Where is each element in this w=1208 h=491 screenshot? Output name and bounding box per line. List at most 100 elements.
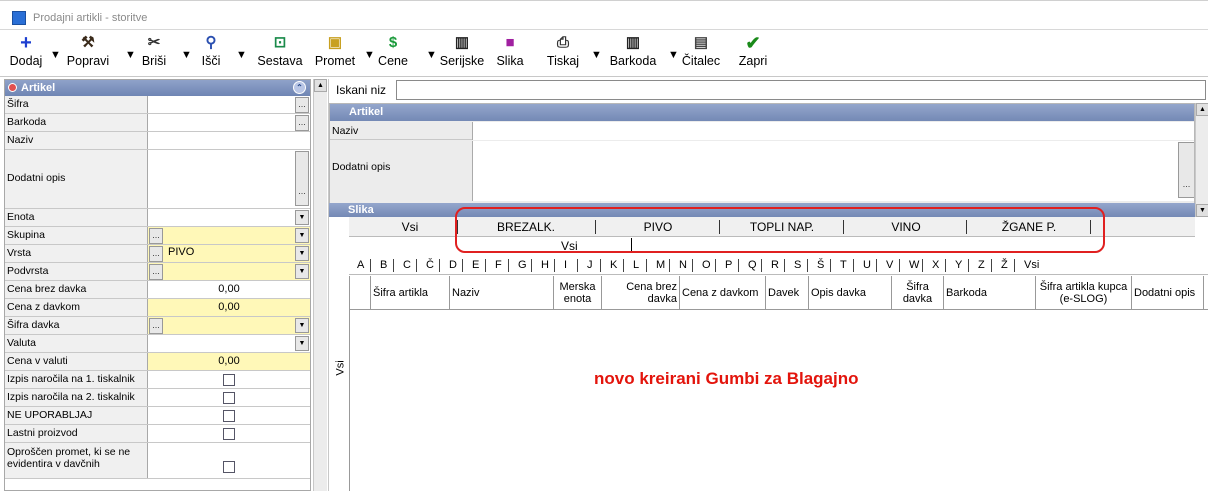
dropdown-icon[interactable]: ▼ bbox=[295, 228, 309, 243]
sifra-input[interactable]: … bbox=[148, 96, 310, 113]
ellipsis-icon[interactable]: … bbox=[149, 228, 163, 244]
alphabet-filter-letter[interactable]: B bbox=[380, 259, 387, 271]
alphabet-filter-letter[interactable]: Z bbox=[978, 259, 985, 271]
dropdown-icon[interactable]: ▼ bbox=[295, 264, 309, 279]
alphabet-filter-letter[interactable]: O bbox=[702, 259, 711, 271]
alphabet-filter-letter[interactable]: N bbox=[679, 259, 687, 271]
ellipsis-icon[interactable]: … bbox=[295, 151, 309, 206]
alphabet-filter-letter[interactable]: E bbox=[472, 259, 479, 271]
cene-button[interactable]: $ Cene bbox=[370, 33, 416, 69]
dropdown-icon[interactable]: ▼ bbox=[295, 318, 309, 333]
col-sifra-davka[interactable]: Šifra davka bbox=[892, 276, 944, 310]
ellipsis-icon[interactable]: … bbox=[295, 115, 309, 131]
tab-zgane-p[interactable]: ŽGANE P. bbox=[970, 217, 1088, 237]
alphabet-filter-letter[interactable]: Č bbox=[426, 259, 434, 271]
alphabet-filter-letter[interactable]: M bbox=[656, 259, 665, 271]
alphabet-filter-vsi[interactable]: Vsi bbox=[1024, 259, 1039, 271]
alphabet-filter-letter[interactable]: S bbox=[794, 259, 801, 271]
alphabet-filter-letter[interactable]: Ž bbox=[1001, 259, 1008, 271]
alphabet-filter-letter[interactable]: I bbox=[564, 259, 567, 271]
subtab-vsi[interactable]: Vsi bbox=[561, 239, 578, 253]
alphabet-filter-letter[interactable]: Q bbox=[748, 259, 757, 271]
citalec-button[interactable]: ▤ Čitalec bbox=[678, 33, 724, 69]
ellipsis-icon[interactable]: … bbox=[149, 246, 163, 262]
alphabet-filter-letter[interactable]: C bbox=[403, 259, 411, 271]
col-cena-brez-davka[interactable]: Cena brez davka bbox=[602, 276, 680, 310]
ellipsis-icon[interactable]: … bbox=[1178, 142, 1194, 198]
alphabet-filter-letter[interactable]: A bbox=[357, 259, 364, 271]
vertical-tab-vsi[interactable]: Vsi bbox=[335, 360, 347, 375]
dropdown-icon[interactable]: ▼ bbox=[295, 246, 309, 261]
naziv-input[interactable] bbox=[148, 132, 310, 149]
isci-button[interactable]: ⚲ Išči bbox=[192, 33, 230, 69]
alphabet-filter-letter[interactable]: H bbox=[541, 259, 549, 271]
col-merska-enota[interactable]: Merska enota bbox=[554, 276, 602, 310]
tab-vsi[interactable]: Vsi bbox=[369, 217, 451, 237]
brisi-button[interactable]: ✂ Briši bbox=[132, 33, 176, 69]
dropdown-icon[interactable]: ▼ bbox=[295, 336, 309, 351]
alphabet-filter-letter[interactable]: J bbox=[587, 259, 593, 271]
tab-vino[interactable]: VINO bbox=[847, 217, 965, 237]
tab-pivo[interactable]: PIVO bbox=[599, 217, 717, 237]
isci-dropdown-icon[interactable]: ▼ bbox=[236, 49, 247, 61]
alphabet-filter-letter[interactable]: P bbox=[725, 259, 732, 271]
tiskaj-button[interactable]: ⎙ Tiskaj bbox=[543, 33, 583, 69]
left-scrollbar[interactable]: ▲ bbox=[313, 79, 327, 491]
tab-topli-nap[interactable]: TOPLI NAP. bbox=[723, 217, 841, 237]
brisi-dropdown-icon[interactable]: ▼ bbox=[181, 49, 192, 61]
cena-z-davkom-input[interactable]: 0,00 bbox=[148, 299, 310, 316]
col-naziv[interactable]: Naziv bbox=[450, 276, 554, 310]
scroll-up-icon[interactable]: ▲ bbox=[1196, 103, 1208, 116]
alphabet-filter-letter[interactable]: X bbox=[932, 259, 939, 271]
skupina-select[interactable]: … ▼ bbox=[148, 227, 310, 244]
alphabet-filter-letter[interactable]: G bbox=[518, 259, 527, 271]
tab-brezalk[interactable]: BREZALK. bbox=[461, 217, 591, 237]
alphabet-filter-letter[interactable]: K bbox=[610, 259, 617, 271]
cena-brez-davka-input[interactable]: 0,00 bbox=[148, 281, 310, 298]
ellipsis-icon[interactable]: … bbox=[149, 264, 163, 280]
col-opis-davka[interactable]: Opis davka bbox=[809, 276, 892, 310]
alphabet-filter-letter[interactable]: V bbox=[886, 259, 893, 271]
alphabet-filter-letter[interactable]: D bbox=[449, 259, 457, 271]
cena-v-valuti-input[interactable]: 0,00 bbox=[148, 353, 310, 370]
scroll-up-icon[interactable]: ▲ bbox=[314, 79, 327, 92]
col-cena-z-davkom[interactable]: Cena z davkom bbox=[680, 276, 766, 310]
dodatni-opis-input[interactable]: … bbox=[472, 141, 1194, 201]
podvrsta-select[interactable]: … ▼ bbox=[148, 263, 310, 280]
collapse-icon[interactable]: ⌃ bbox=[293, 81, 306, 94]
popravi-button[interactable]: ⚒ Popravi bbox=[58, 33, 118, 69]
serijske-button[interactable]: ▥ Serijske bbox=[436, 33, 488, 69]
scroll-down-icon[interactable]: ▼ bbox=[1196, 204, 1208, 217]
col-sifra-artikla[interactable]: Šifra artikla bbox=[371, 276, 450, 310]
promet-button[interactable]: ▣ Promet bbox=[310, 33, 360, 69]
col-sifra-artikla-kupca[interactable]: Šifra artikla kupca (e-SLOG) bbox=[1036, 276, 1132, 310]
alphabet-filter-letter[interactable]: T bbox=[840, 259, 847, 271]
tiskaj-dropdown-icon[interactable]: ▼ bbox=[591, 49, 602, 61]
col-dodatni-opis[interactable]: Dodatni opis bbox=[1132, 276, 1204, 310]
slika-button[interactable]: ■ Slika bbox=[491, 33, 529, 69]
ellipsis-icon[interactable]: … bbox=[149, 318, 163, 334]
alphabet-filter-letter[interactable]: L bbox=[633, 259, 639, 271]
oproscen-promet-checkbox[interactable] bbox=[223, 461, 235, 473]
col-barkoda[interactable]: Barkoda bbox=[944, 276, 1036, 310]
sestava-button[interactable]: ⊡ Sestava bbox=[250, 33, 310, 69]
alphabet-filter-letter[interactable]: Y bbox=[955, 259, 962, 271]
naziv-input[interactable] bbox=[472, 122, 1194, 140]
alphabet-filter-letter[interactable]: F bbox=[495, 259, 502, 271]
dodaj-button[interactable]: + Dodaj bbox=[6, 33, 46, 69]
right-scrollbar[interactable]: ▲ ▼ bbox=[1195, 103, 1208, 217]
alphabet-filter-letter[interactable]: R bbox=[771, 259, 779, 271]
ne-uporabljaj-checkbox[interactable] bbox=[223, 410, 235, 422]
alphabet-filter-letter[interactable]: U bbox=[863, 259, 871, 271]
valuta-select[interactable]: ▼ bbox=[148, 335, 310, 352]
zapri-button[interactable]: ✔ Zapri bbox=[733, 33, 773, 69]
col-davek[interactable]: Davek bbox=[766, 276, 809, 310]
dropdown-icon[interactable]: ▼ bbox=[295, 210, 309, 225]
sifra-davka-select[interactable]: … ▼ bbox=[148, 317, 310, 334]
dodatni-opis-input[interactable]: … bbox=[148, 150, 310, 208]
izpis-1-checkbox[interactable] bbox=[223, 374, 235, 386]
alphabet-filter-letter[interactable]: W bbox=[909, 259, 919, 271]
barkoda-button[interactable]: ▥ Barkoda bbox=[604, 33, 662, 69]
barkoda-input[interactable]: … bbox=[148, 114, 310, 131]
lastni-proizvod-checkbox[interactable] bbox=[223, 428, 235, 440]
